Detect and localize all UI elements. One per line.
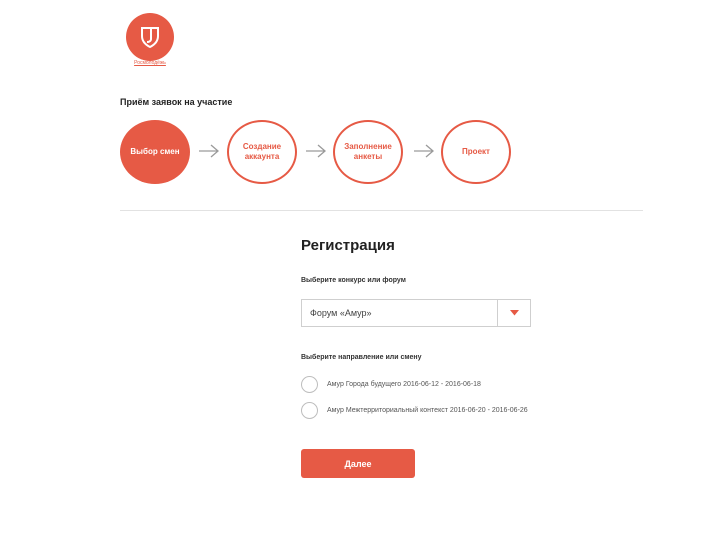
divider <box>120 210 643 211</box>
step-label: Заполнение анкеты <box>344 142 392 161</box>
contest-select[interactable]: Форум «Амур» <box>301 299 531 327</box>
page-title: Регистрация <box>301 237 395 254</box>
radio-button[interactable] <box>301 376 318 393</box>
arrow-right-icon <box>414 144 434 158</box>
step-label: Проект <box>462 147 490 156</box>
process-title: Приём заявок на участие <box>120 97 233 107</box>
step-label: Выбор смен <box>130 147 180 156</box>
direction-label: Выберите направление или смену <box>301 354 422 361</box>
radio-label[interactable]: Амур Межтерриториальный контекст 2016-06… <box>327 407 528 414</box>
radio-label[interactable]: Амур Города будущего 2016-06-12 - 2016-0… <box>327 381 481 388</box>
step-create-account[interactable]: Создание аккаунта <box>227 120 297 184</box>
radio-option[interactable]: Амур Города будущего 2016-06-12 - 2016-0… <box>301 376 481 393</box>
contest-select-value[interactable]: Форум «Амур» <box>302 300 497 326</box>
step-label: Создание аккаунта <box>242 142 282 161</box>
arrow-right-icon <box>306 144 326 158</box>
next-button[interactable]: Далее <box>301 449 415 478</box>
radio-button[interactable] <box>301 402 318 419</box>
step-project[interactable]: Проект <box>441 120 511 184</box>
step-fill-form[interactable]: Заполнение анкеты <box>333 120 403 184</box>
step-choose-shift[interactable]: Выбор смен <box>120 120 190 184</box>
arrow-right-icon <box>199 144 219 158</box>
radio-option[interactable]: Амур Межтерриториальный контекст 2016-06… <box>301 402 528 419</box>
contest-label: Выберите конкурс или форум <box>301 277 406 284</box>
caret-down-icon <box>509 310 519 316</box>
logo[interactable] <box>126 13 174 61</box>
logo-caption[interactable]: Росмолодёжь <box>126 60 174 66</box>
shield-icon <box>141 27 159 48</box>
dropdown-button[interactable] <box>497 300 530 326</box>
